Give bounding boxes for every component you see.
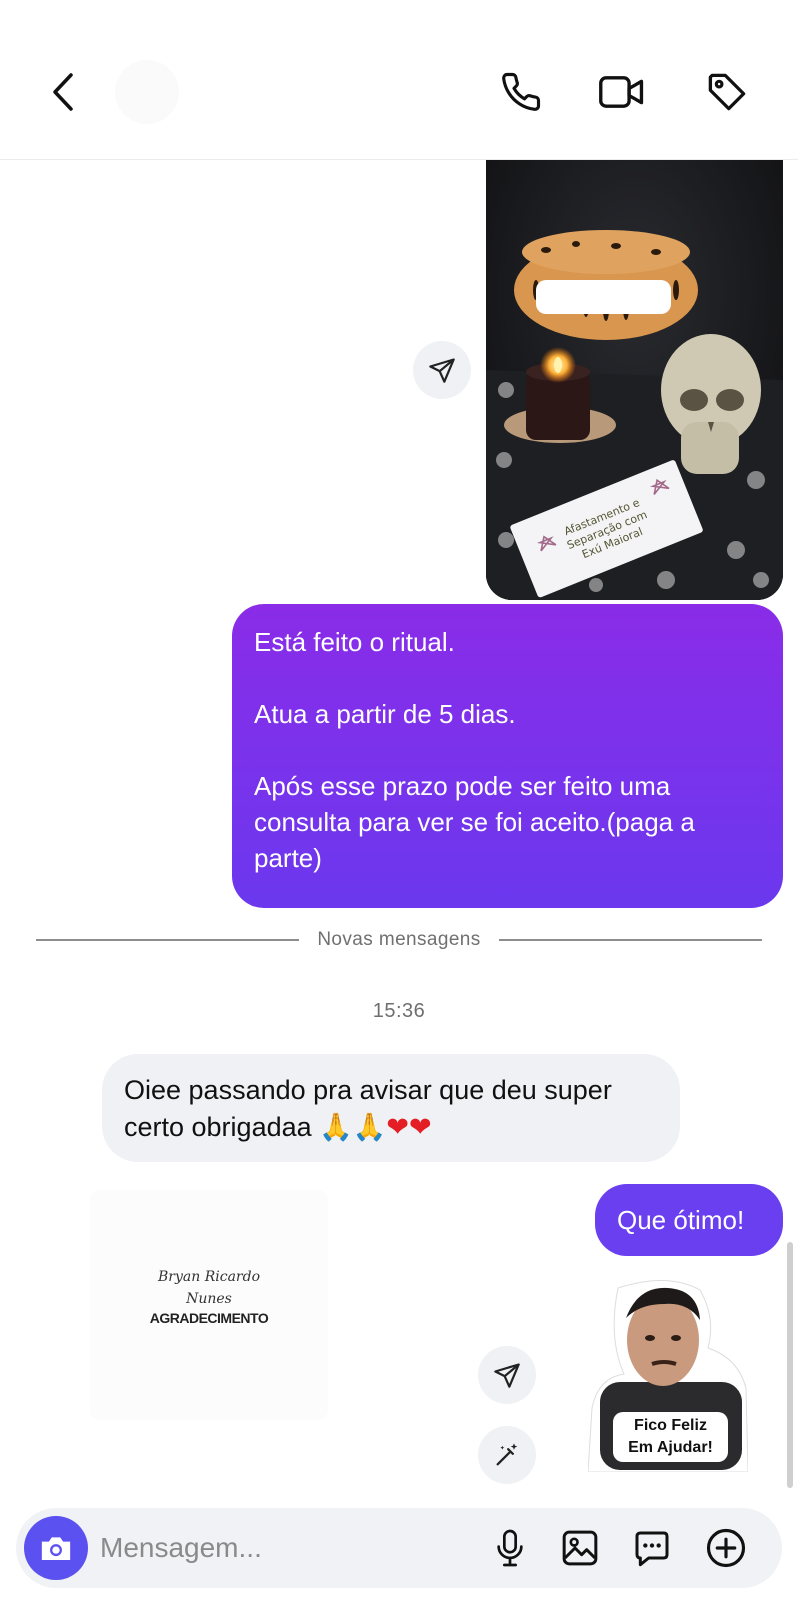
message-composer <box>16 1508 782 1588</box>
ritual-photo[interactable]: Afastamento e Separação com Exú Maioral <box>486 160 783 600</box>
voice-message-button[interactable] <box>486 1524 534 1572</box>
avatar[interactable] <box>115 60 179 124</box>
divider-line <box>36 939 300 941</box>
scrollbar[interactable] <box>787 1242 793 1488</box>
thank-you-card-image[interactable]: Bryan Ricardo Nunes AGRADECIMENTO <box>90 1190 328 1420</box>
voice-call-button[interactable] <box>497 68 545 116</box>
sticker-button[interactable] <box>628 1524 676 1572</box>
phone-icon <box>502 72 541 111</box>
divider-label: Novas mensagens <box>317 929 481 950</box>
magic-edit-button[interactable] <box>478 1426 536 1484</box>
emoji-heart: ❤ <box>386 1112 410 1143</box>
emoji-pray: 🙏 <box>352 1112 387 1143</box>
tag-button[interactable] <box>703 68 751 116</box>
back-button[interactable] <box>40 68 88 116</box>
gallery-icon <box>562 1530 598 1566</box>
video-call-button[interactable] <box>598 68 646 116</box>
ritual-photo-image: Afastamento e Separação com Exú Maioral <box>486 160 783 600</box>
camera-icon <box>41 1537 71 1561</box>
magic-wand-icon <box>496 1443 518 1466</box>
outgoing-message-text: Que ótimo! <box>617 1205 745 1235</box>
send-icon <box>429 358 455 383</box>
card-script-line2: Nunes <box>186 1291 232 1307</box>
card-script-name: Bryan Ricardo Nunes <box>90 1266 328 1310</box>
card-script-line1: Bryan Ricardo <box>158 1269 260 1285</box>
sticker-caption: Fico Feliz Em Ajudar! <box>613 1412 728 1462</box>
emoji-pray: 🙏 <box>319 1112 353 1143</box>
divider-line <box>498 939 762 941</box>
gallery-button[interactable] <box>556 1524 604 1572</box>
share-card-button[interactable] <box>478 1346 536 1404</box>
tag-icon <box>708 73 746 111</box>
send-icon <box>494 1363 520 1388</box>
card-title: AGRADECIMENTO <box>149 1310 269 1326</box>
sticker-caption-line1: Fico Feliz <box>634 1417 707 1434</box>
more-options-button[interactable] <box>702 1524 750 1572</box>
chevron-left-icon <box>53 73 73 111</box>
outgoing-message[interactable]: Está feito o ritual. Atua a partir de 5 … <box>232 604 783 908</box>
share-photo-button[interactable] <box>413 341 471 399</box>
message-input[interactable] <box>100 1522 480 1574</box>
outgoing-message-text: Está feito o ritual. Atua a partir de 5 … <box>254 627 695 873</box>
plus-circle-icon <box>706 1528 746 1568</box>
sticker-icon <box>635 1531 669 1567</box>
incoming-message[interactable]: Oiee passando pra avisar que deu super c… <box>102 1054 680 1162</box>
message-timestamp: 15:36 <box>372 1000 426 1022</box>
microphone-icon <box>497 1529 523 1567</box>
video-camera-icon <box>599 76 644 108</box>
new-messages-divider: Novas mensagens <box>36 928 762 952</box>
emoji-heart: ❤ <box>409 1112 432 1143</box>
camera-button[interactable] <box>24 1516 88 1580</box>
chat-header <box>0 0 798 160</box>
outgoing-message-short[interactable]: Que ótimo! <box>595 1184 783 1256</box>
sticker-caption-line2: Em Ajudar! <box>628 1439 713 1456</box>
